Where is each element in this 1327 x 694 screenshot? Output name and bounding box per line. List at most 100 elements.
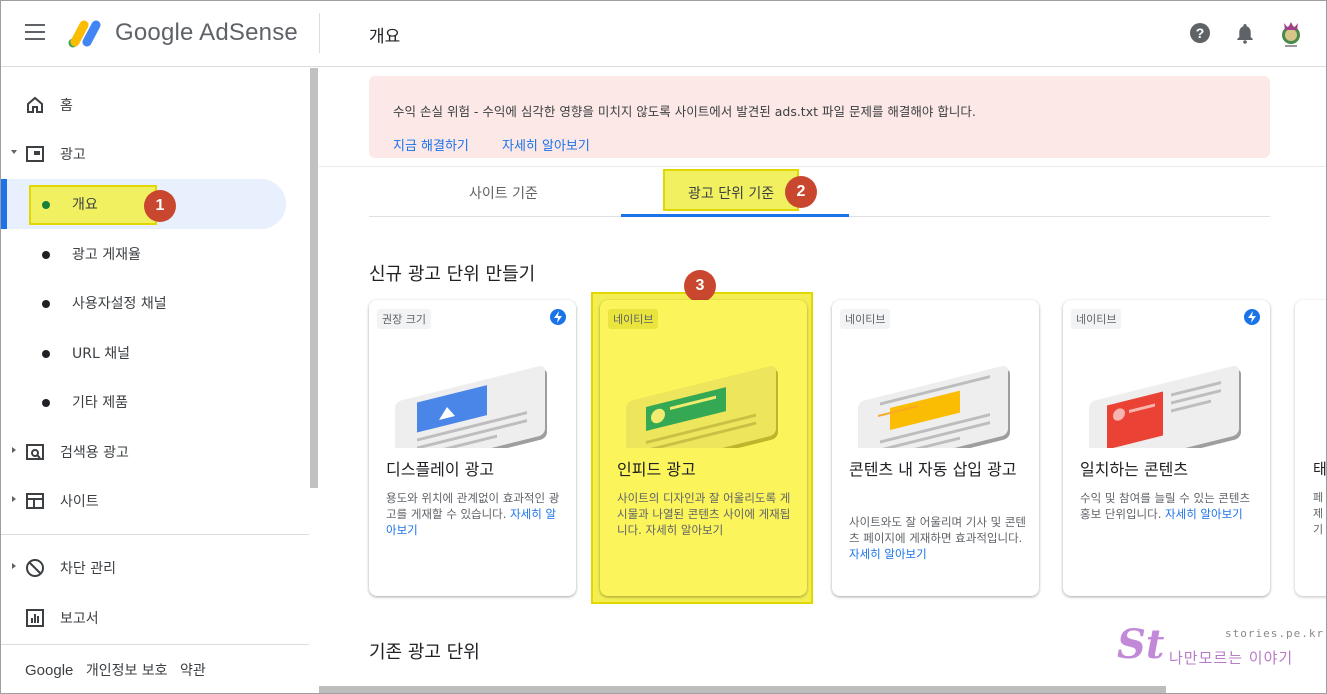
sidebar-item-label: 사이트 [60,494,99,510]
account-avatar[interactable] [1277,17,1305,49]
sidebar-item-label: 검색용 광고 [60,445,129,461]
sidebar-item-label: 사용자설정 채널 [72,296,167,312]
svg-text:?: ? [1196,25,1205,41]
active-tab-indicator [621,214,849,217]
card-learn-more-link[interactable]: 자세히 알아보기 [1165,507,1243,521]
sidebar-divider [1,644,309,645]
card-description: 페 제 기 [1313,491,1324,536]
card-description: 사이트의 디자인과 잘 어울리도록 게시물과 나열된 콘텐츠 사이에 게재됩니다… [617,491,791,537]
sidebar-item-blocking-controls[interactable]: 차단 관리 [1,545,301,589]
annotation-badge-1: 1 [144,190,176,222]
annotation-badge-2: 2 [785,176,817,208]
ads-txt-warning-banner: 수익 손실 위험 - 수익에 심각한 영향을 미치지 않도록 사이트에서 발견된… [369,76,1270,158]
bullet-dot [42,251,50,259]
sidebar-item-label: 홈 [60,98,73,114]
terms-link[interactable]: 약관 [180,663,206,679]
menu-icon[interactable] [25,24,45,40]
watermark-url: stories.pe.kr [1225,627,1325,640]
help-icon[interactable]: ? [1189,22,1211,44]
card-description: 사이트와도 잘 어울리며 기사 및 콘텐츠 페이지에 게재하면 효과적입니다. … [849,515,1026,561]
watermark-name: 나만모르는 이야기 [1169,649,1294,667]
sidebar-footer: Google 개인정보 보호 약관 [25,660,214,680]
lightning-bolt-icon [1244,309,1260,325]
existing-ad-units-heading: 기존 광고 단위 [369,642,480,663]
fix-now-link[interactable]: 지금 해결하기 [393,135,469,154]
in-article-ads-card[interactable]: 네이티브 콘텐츠 내 자동 삽입 광고 사이트와도 잘 어울리며 기사 및 콘텐… [832,300,1039,596]
sidebar-item-custom-channels[interactable]: 사용자설정 채널 [1,280,301,324]
display-ad-illustration [395,365,547,448]
card-title: 태 [1313,460,1327,478]
matched-content-card[interactable]: 네이티브 일치하는 콘텐츠 수익 및 참여를 늘릴 수 있는 콘텐츠 홍보 단위… [1063,300,1270,596]
card-chip: 네이티브 [1071,309,1122,329]
card-chip: 네이티브 [840,309,891,329]
card-description: 용도와 위치에 관계없이 효과적인 광고를 게재할 수 있습니다. 자세히 알아… [386,491,560,537]
notifications-bell-icon[interactable] [1234,22,1256,44]
sidebar-item-sites[interactable]: 사이트 [1,478,301,522]
tab-by-site[interactable]: 사이트 기준 [469,183,538,203]
card-chip: 네이티브 [608,309,659,329]
section-divider [319,166,1326,167]
new-ad-units-heading: 신규 광고 단위 만들기 [369,264,536,285]
app-name: Google AdSense [115,19,298,46]
home-icon [27,96,43,113]
reports-icon [26,609,44,627]
sidebar-item-label: 광고 [60,147,86,163]
sidebar-item-reports[interactable]: 보고서 [1,595,301,639]
left-navigation: 홈 광고 개요 1 광고 게재율 사용자설정 채널 URL 채널 기타 제품 검… [1,68,319,693]
ads-icon [26,146,44,162]
sidebar-divider [1,534,309,535]
lightning-bolt-icon [550,309,566,325]
sidebar-item-ad-coverage[interactable]: 광고 게재율 [1,231,301,275]
sidebar-item-url-channels[interactable]: URL 채널 [1,330,301,374]
adsense-logo-icon [68,20,101,48]
sidebar-item-label: 광고 게재율 [72,247,141,263]
sidebar-item-label: URL 채널 [72,346,130,362]
display-ads-card[interactable]: 권장 크기 디스플레이 광고 용도와 위치에 관계없이 효과적인 광고를 게재할… [369,300,576,596]
horizontal-scrollbar[interactable] [319,686,1166,693]
expand-caret-icon [12,563,16,569]
learn-more-link[interactable]: 자세히 알아보기 [502,135,590,154]
in-feed-ad-illustration [626,365,778,448]
app-window: Google AdSense 개요 ? 홈 광고 개요 1 광고 게재율 사용자… [0,0,1327,694]
sidebar-item-search-ads[interactable]: 검색용 광고 [1,429,301,473]
alert-message: 수익 손실 위험 - 수익에 심각한 영향을 미치지 않도록 사이트에서 발견된… [393,104,976,119]
expand-caret-icon [12,447,16,453]
matched-content-illustration [1089,365,1241,448]
card-description: 수익 및 참여를 늘릴 수 있는 콘텐츠 홍보 단위입니다. 자세히 알아보기 [1080,491,1251,521]
annotation-badge-3: 3 [684,270,716,302]
bullet-dot [42,201,50,209]
expand-caret-icon [11,150,17,154]
top-app-bar: Google AdSense 개요 ? [1,1,1326,67]
tab-by-ad-unit[interactable]: 광고 단위 기준 [688,183,774,203]
sites-icon [26,493,44,509]
privacy-link[interactable]: 개인정보 보호 [86,663,168,679]
google-wordmark: Google [25,662,74,679]
card-title: 일치하는 콘텐츠 [1080,460,1189,479]
search-ads-icon [26,444,44,460]
bullet-dot [42,300,50,308]
card-title: 콘텐츠 내 자동 삽입 광고 [849,460,1017,479]
page-title: 개요 [369,27,401,47]
watermark-logo: St stories.pe.kr 나만모르는 이야기 [1117,621,1323,671]
watermark-st-mark: St [1117,621,1165,668]
main-content: 수익 손실 위험 - 수익에 심각한 영향을 미치지 않도록 사이트에서 발견된… [319,68,1327,693]
sidebar-item-home[interactable]: 홈 [1,82,301,126]
sidebar-item-label: 차단 관리 [60,561,116,577]
sidebar-item-label: 보고서 [60,611,99,627]
block-icon [26,559,44,577]
partial-next-card[interactable]: 태 페 제 기 [1295,300,1327,596]
card-learn-more-link[interactable]: 자세히 알아보기 [645,523,723,537]
bullet-dot [42,350,50,358]
sidebar-item-other-products[interactable]: 기타 제품 [1,379,301,423]
bullet-dot [42,399,50,407]
sidebar-item-label: 기타 제품 [72,395,128,411]
sidebar-scrollbar[interactable] [310,68,318,488]
sidebar-item-ads[interactable]: 광고 [1,131,301,175]
in-article-ad-illustration [858,365,1010,448]
card-learn-more-link[interactable]: 자세히 알아보기 [849,547,927,561]
in-feed-ads-card[interactable]: 네이티브 인피드 광고 사이트의 디자인과 잘 어울리도록 게시물과 나열된 콘… [600,300,807,596]
card-chip: 권장 크기 [377,309,431,329]
sidebar-item-label: 개요 [72,197,98,213]
card-title: 디스플레이 광고 [386,460,495,479]
expand-caret-icon [12,496,16,502]
